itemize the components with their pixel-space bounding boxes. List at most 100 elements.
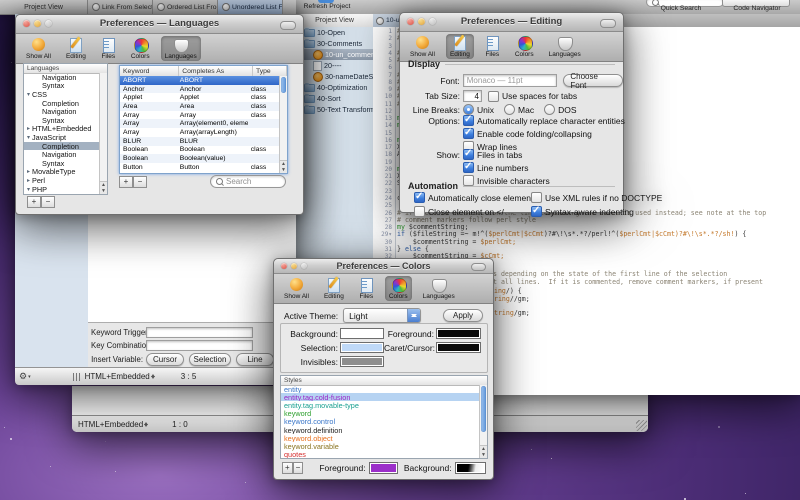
toolbar-item-show-all[interactable]: Show All	[406, 34, 439, 59]
document-tab[interactable]: Ordered List Fro...	[153, 0, 218, 14]
style-list-item[interactable]: quotes	[281, 451, 480, 459]
refresh-project-label[interactable]: Refresh Project	[298, 3, 356, 10]
language-list-item[interactable]: Completion	[24, 142, 100, 151]
caret-swatch[interactable]	[436, 342, 481, 353]
titlebar[interactable]: Preferences — Editing	[400, 13, 623, 32]
checkbox[interactable]	[531, 192, 542, 203]
language-list-item[interactable]: ▸HTML+Embedded	[24, 125, 100, 134]
language-list-item[interactable]: Navigation	[24, 107, 100, 116]
project-tree-item[interactable]: ▸40-Optimization	[296, 82, 373, 93]
toolbar-item-languages[interactable]: Languages	[161, 36, 201, 61]
zoom-button[interactable]	[301, 263, 307, 269]
checkbox-row[interactable]: Syntax-aware indenting	[531, 206, 662, 217]
style-list-item[interactable]: keyword.definition	[281, 426, 480, 434]
cursor-button[interactable]: Cursor	[146, 353, 184, 366]
column-header[interactable]: Completes As	[179, 66, 253, 76]
toolbar-item-colors[interactable]: Colors	[127, 36, 154, 61]
open-disclosure-icon[interactable]: ▾	[25, 186, 32, 193]
split-view-icon[interactable]	[73, 373, 80, 381]
document-tab[interactable]: Link From Selection	[88, 0, 153, 14]
minimize-button[interactable]	[418, 18, 425, 25]
toolbar-item-editing[interactable]: Editing	[446, 34, 474, 59]
checkbox-row[interactable]: Enable code folding/collapsing	[463, 128, 625, 139]
checkbox-row[interactable]: Files in tabs	[463, 149, 550, 160]
table-scrollbar[interactable]: ▲▼	[279, 76, 287, 173]
apply-button[interactable]: Apply	[443, 309, 483, 322]
keyword-table-row[interactable]: ButtonButtonclass	[120, 163, 280, 172]
toolbar-item-show-all[interactable]: Show All	[22, 36, 55, 61]
toolbar-item-languages[interactable]: Languages	[545, 34, 585, 59]
close-button[interactable]	[281, 263, 287, 269]
toolbar-item-editing[interactable]: Editing	[320, 276, 348, 301]
styles-scrollbar[interactable]: ▲▼	[479, 385, 487, 458]
style-foreground-swatch[interactable]	[369, 462, 398, 474]
minimize-button[interactable]	[291, 263, 297, 269]
remove-style-button[interactable]: −	[293, 462, 304, 474]
project-tree-item[interactable]: ▾30-Comments	[296, 38, 373, 49]
project-tree-item[interactable]: ▸50-Text Transform	[296, 104, 373, 115]
style-list-item[interactable]: entity	[281, 385, 480, 393]
style-list-item[interactable]: entity.tag.movable-type	[281, 401, 480, 409]
key-combination-field[interactable]	[146, 340, 253, 351]
tab-close-icon[interactable]	[157, 3, 165, 11]
tab-close-icon[interactable]	[92, 3, 100, 11]
theme-popup[interactable]: Light	[343, 308, 421, 323]
keyword-table-row[interactable]: ArrayArrayclass	[120, 111, 280, 120]
foreground-swatch[interactable]	[436, 328, 481, 339]
zoom-button[interactable]	[429, 18, 436, 25]
keyword-table-row[interactable]: AnchorAnchorclass	[120, 85, 280, 94]
project-tree-item[interactable]: ▸40-Sort	[296, 93, 373, 104]
style-list-item[interactable]: keyword.control	[281, 418, 480, 426]
toolbar-pill-button[interactable]	[280, 21, 296, 30]
keyword-table-row[interactable]: ABORTABORT	[120, 76, 280, 85]
titlebar[interactable]: Preferences — Languages	[16, 15, 303, 34]
language-list-item[interactable]: Navigation	[24, 73, 100, 82]
minimize-button[interactable]	[34, 20, 41, 27]
toolbar-item-show-all[interactable]: Show All	[280, 276, 313, 301]
checkbox-row[interactable]: Automatically replace character entities	[463, 115, 625, 126]
toolbar-item-files[interactable]: Files	[355, 276, 378, 301]
keyword-table-row[interactable]: ArrayArray(arrayLength)	[120, 128, 280, 137]
checkbox-row[interactable]: Line numbers	[463, 162, 550, 173]
language-list-item[interactable]: ▾PHP	[24, 185, 100, 194]
close-button[interactable]	[23, 20, 30, 27]
language-list-item[interactable]: Syntax	[24, 116, 100, 125]
radio-row[interactable]: Mac	[504, 104, 534, 115]
language-list-item[interactable]: Syntax	[24, 82, 100, 91]
choose-font-button[interactable]: Choose Font	[563, 74, 623, 87]
closed-disclosure-icon[interactable]: ▸	[25, 177, 32, 184]
toolbar-pill-button[interactable]	[471, 263, 486, 271]
language-list-item[interactable]: ▾CSS	[24, 90, 100, 99]
project-tree-item[interactable]: 20----	[296, 60, 373, 71]
toolbar-pill-button[interactable]	[600, 19, 616, 28]
radio-button[interactable]	[544, 104, 555, 115]
titlebar[interactable]: Preferences — Colors	[274, 259, 493, 274]
keyword-table-row[interactable]: BooleanBooleanclass	[120, 146, 280, 155]
add-language-button[interactable]: +	[27, 196, 41, 208]
add-style-button[interactable]: +	[282, 462, 293, 474]
toolbar-item-languages[interactable]: Languages	[419, 276, 459, 301]
checkbox-row[interactable]: Use XML rules if no DOCTYPE	[531, 192, 662, 203]
tab-close-icon[interactable]	[222, 3, 230, 11]
scroll-arrows[interactable]: ▲▼	[280, 160, 287, 173]
checkbox-row[interactable]: Close element on </	[414, 206, 531, 217]
gear-menu-icon[interactable]: ⚙▾	[19, 371, 31, 382]
keyword-table-row[interactable]: AppletAppletclass	[120, 93, 280, 102]
document-tab[interactable]: Unordered List F...	[218, 0, 283, 14]
checkbox[interactable]	[414, 192, 425, 203]
resize-grip[interactable]	[636, 420, 647, 431]
invisibles-swatch[interactable]	[340, 356, 384, 367]
tab-size-field[interactable]: 4	[463, 90, 482, 102]
style-list-item[interactable]: keyword.variable	[281, 442, 480, 450]
closed-disclosure-icon[interactable]: ▸	[25, 125, 32, 132]
checkbox[interactable]	[463, 162, 474, 173]
checkbox[interactable]	[463, 128, 474, 139]
column-header[interactable]: Type	[253, 66, 287, 76]
checkbox[interactable]	[414, 206, 425, 217]
keyword-table-row[interactable]: BooleanBoolean(value)	[120, 154, 280, 163]
remove-language-button[interactable]: −	[41, 196, 55, 208]
keyword-search-input[interactable]: Search	[210, 175, 286, 188]
toolbar-item-editing[interactable]: Editing	[62, 36, 90, 61]
close-button[interactable]	[407, 18, 414, 25]
project-tree-item[interactable]: ▸10-Open	[296, 27, 373, 38]
